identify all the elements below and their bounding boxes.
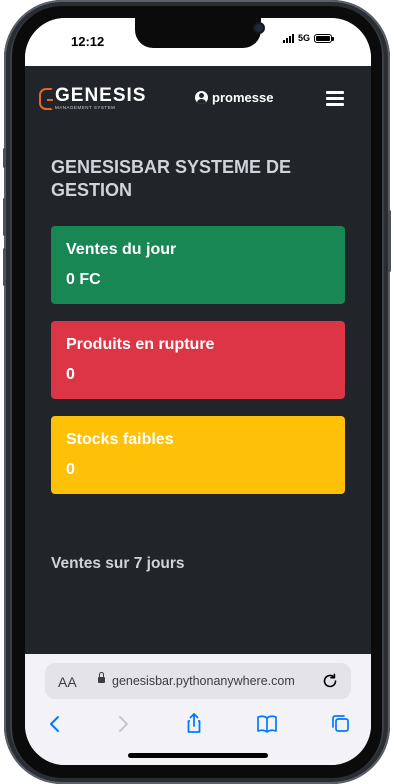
- status-bar: 12:12 5G: [25, 18, 371, 66]
- card-label: Ventes du jour: [66, 241, 177, 258]
- app-content: GENESIS MANAGEMENT SYSTEM promesse GENES…: [25, 66, 371, 654]
- mute-switch: [3, 148, 6, 168]
- browser-toolbar: [25, 710, 371, 740]
- address-bar[interactable]: AA genesisbar.pythonanywhere.com: [45, 663, 351, 699]
- battery-icon: [314, 33, 335, 43]
- network-label: 5G: [298, 33, 311, 43]
- share-icon[interactable]: [180, 710, 208, 738]
- status-indicators: 5G: [283, 33, 335, 43]
- card-value: 0 FC: [66, 271, 101, 288]
- user-circle-icon: [195, 91, 208, 104]
- card-label: Stocks faibles: [66, 431, 174, 448]
- forward-icon[interactable]: [109, 710, 137, 738]
- chart-section-title: Ventes sur 7 jours: [51, 555, 185, 572]
- notch: [135, 18, 263, 48]
- screen: 12:12 5G GENESIS MANAGEMENT SYSTEM prome…: [25, 18, 371, 765]
- card-value: 0: [66, 366, 75, 383]
- reload-icon[interactable]: [321, 672, 339, 690]
- volume-up-button: [3, 198, 6, 236]
- brand-name: GENESIS: [55, 85, 147, 106]
- bookmarks-icon[interactable]: [253, 710, 281, 738]
- tabs-icon[interactable]: [327, 710, 355, 738]
- signal-icon: [283, 33, 294, 43]
- user-name: promesse: [212, 90, 274, 105]
- home-indicator: [128, 753, 268, 758]
- url-text[interactable]: genesisbar.pythonanywhere.com: [112, 674, 295, 688]
- page-title: GENESISBAR SYSTEME DE GESTION: [51, 157, 292, 200]
- brand-subtitle: MANAGEMENT SYSTEM: [55, 105, 116, 110]
- brand-logo[interactable]: GENESIS MANAGEMENT SYSTEM: [39, 86, 146, 111]
- menu-toggle-button[interactable]: [326, 91, 344, 106]
- power-button: [388, 210, 391, 272]
- card-value: 0: [66, 461, 75, 478]
- user-menu[interactable]: promesse: [195, 90, 273, 105]
- volume-down-button: [3, 248, 6, 286]
- lock-icon: [98, 672, 105, 683]
- browser-chrome: AA genesisbar.pythonanywhere.com: [25, 654, 371, 765]
- card-stocks-faibles: Stocks faibles 0: [51, 416, 345, 494]
- front-camera-icon: [255, 24, 263, 32]
- text-size-button[interactable]: AA: [58, 674, 77, 690]
- back-icon[interactable]: [41, 710, 69, 738]
- card-label: Produits en rupture: [66, 336, 215, 353]
- card-ventes-du-jour: Ventes du jour 0 FC: [51, 226, 345, 304]
- logo-g-icon: [39, 87, 53, 110]
- hamburger-icon: [326, 91, 344, 94]
- card-produits-en-rupture: Produits en rupture 0: [51, 321, 345, 399]
- status-time: 12:12: [71, 34, 105, 49]
